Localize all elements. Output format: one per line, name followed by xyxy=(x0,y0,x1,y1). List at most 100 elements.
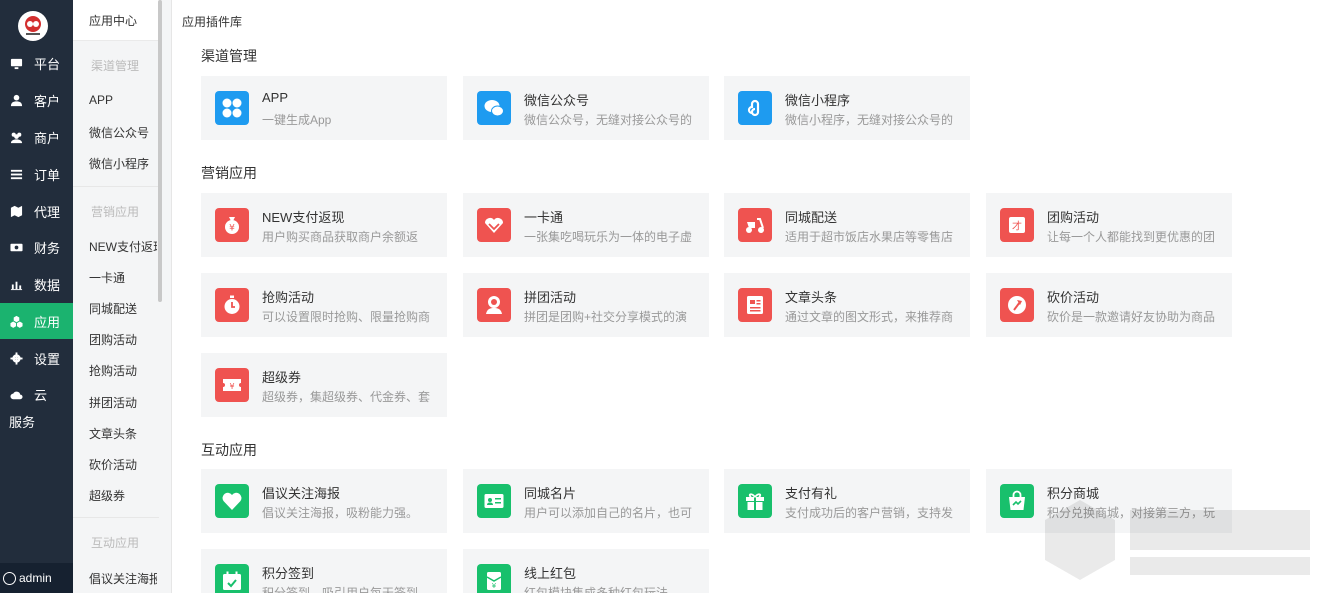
watermark-logo-icon xyxy=(1045,500,1310,580)
heart-card-icon xyxy=(477,208,511,242)
sub-sidebar-header[interactable]: 应用中心 xyxy=(73,0,159,41)
plugin-card-description: 可以设置限时抢购、限量抢购商 xyxy=(262,310,431,324)
plugin-card-description: 支付成功后的客户营销，支持发 xyxy=(785,506,954,520)
plugin-card[interactable]: 抢购活动可以设置限时抢购、限量抢购商 xyxy=(201,273,447,337)
sub-item-article[interactable]: 文章头条 xyxy=(89,425,157,442)
sub-item-group-buy[interactable]: 团购活动 xyxy=(89,331,157,348)
nav-item-data[interactable]: 数据 xyxy=(0,266,73,302)
nav-item-finance[interactable]: 财务 xyxy=(0,229,73,265)
axe-icon xyxy=(1000,288,1034,322)
nav-item-agent[interactable]: 代理 xyxy=(0,193,73,229)
plugin-card-title: 同城配送 xyxy=(785,210,838,225)
plugin-card[interactable]: 支付有礼支付成功后的客户营销，支持发 xyxy=(724,469,970,533)
svg-text:¥: ¥ xyxy=(229,382,234,391)
id-card-icon xyxy=(477,484,511,518)
svg-text:¥: ¥ xyxy=(492,582,497,590)
stopwatch-icon xyxy=(215,288,249,322)
plugin-card-title: 抢购活动 xyxy=(262,290,315,305)
users-icon xyxy=(9,130,23,144)
nav-item-order[interactable]: 订单 xyxy=(0,156,73,192)
plugin-card-title: 支付有礼 xyxy=(785,486,838,501)
nav-label: 财务 xyxy=(34,240,61,256)
sidebar-scrollbar[interactable] xyxy=(158,0,162,302)
plugin-card[interactable]: ¥ 超级券 超级券，集超级券、代金券、套 xyxy=(201,353,447,417)
plugin-card[interactable]: 倡议关注海报 倡议关注海报，吸粉能力强。 xyxy=(201,469,447,533)
sub-group-title: 营销应用 xyxy=(91,205,140,219)
plugin-card-description: 微信公众号，无缝对接公众号的 xyxy=(524,113,693,127)
nav-item-customer[interactable]: 客户 xyxy=(0,82,73,118)
calendar-check-icon xyxy=(215,564,249,593)
sub-item-delivery[interactable]: 同城配送 xyxy=(89,300,157,317)
plugin-card[interactable]: 一卡通 一张集吃喝玩乐为一体的电子虚 xyxy=(463,193,709,257)
plugin-card-description: 红包模块集成多种红包玩法 xyxy=(524,586,669,593)
nav-item-cloud[interactable]: 云服务 xyxy=(0,372,73,430)
sub-item-flash-sale[interactable]: 抢购活动 xyxy=(89,362,157,379)
nav-label: 云服务 xyxy=(9,388,48,430)
plugin-card[interactable]: APP 一键生成App xyxy=(201,76,447,140)
red-packet-icon: ¥ xyxy=(477,564,511,593)
gift-icon xyxy=(738,484,772,518)
nav-label: 订单 xyxy=(34,167,61,183)
bar-chart-icon xyxy=(9,277,23,291)
sub-item-super-coupon[interactable]: 超级券 xyxy=(89,487,157,504)
plugin-card[interactable]: 同城名片 用户可以添加自己的名片，也可 xyxy=(463,469,709,533)
plugin-card-description: 砍价是一款邀请好友协助为商品 xyxy=(1047,310,1216,324)
nav-item-platform[interactable]: 平台 xyxy=(0,45,73,81)
nav-label: 代理 xyxy=(34,204,61,220)
avatar-icon xyxy=(3,571,16,585)
cubes-icon xyxy=(9,314,23,328)
brand-logo[interactable] xyxy=(18,11,48,41)
nav-item-merchant[interactable]: 商户 xyxy=(0,119,73,155)
mini-program-icon xyxy=(738,91,772,125)
heart-icon xyxy=(215,484,249,518)
plugin-card[interactable]: 微信公众号微信公众号，无缝对接公众号的 xyxy=(463,76,709,140)
plugin-card[interactable]: 同城配送适用于超市饭店水果店等零售店 xyxy=(724,193,970,257)
plugin-card-title: 微信公众号 xyxy=(524,93,590,108)
plugin-card[interactable]: 才 团购活动让每一个人都能找到更优惠的团 xyxy=(986,193,1232,257)
user-name: admin xyxy=(19,571,52,585)
plugin-card[interactable]: 积分签到 积分签到，吸引用户每天签到 xyxy=(201,549,447,593)
plugin-card-description: 适用于超市饭店水果店等零售店 xyxy=(785,230,954,244)
plugin-card-description: 拼团是团购+社交分享模式的演 xyxy=(524,310,688,324)
plugin-card[interactable]: 微信小程序 微信小程序，无缝对接公众号的 xyxy=(724,76,970,140)
plugin-card[interactable]: ¥ NEW支付返现 用户购买商品获取商户余额返 xyxy=(201,193,447,257)
sub-item-follow-poster[interactable]: 倡议关注海报 xyxy=(89,570,157,587)
plugin-card-description: 通过文章的图文形式，来推荐商 xyxy=(785,310,954,324)
map-icon xyxy=(9,204,23,218)
plugin-card-description: 倡议关注海报，吸粉能力强。 xyxy=(262,506,419,520)
plugin-card[interactable]: ¥ 线上红包红包模块集成多种红包玩法 xyxy=(463,549,709,593)
plugin-card-title: 拼团活动 xyxy=(524,290,577,305)
svg-text:才: 才 xyxy=(1012,220,1022,233)
list-icon xyxy=(9,167,23,181)
section-title: 渠道管理 xyxy=(201,48,257,64)
nav-item-apps[interactable]: 应用 xyxy=(0,303,73,339)
user-menu[interactable]: admin xyxy=(0,563,73,593)
sub-item-wechat-mini[interactable]: 微信小程序 xyxy=(89,155,157,172)
nav-label: 数据 xyxy=(34,277,61,293)
monitor-icon xyxy=(9,56,23,70)
svg-text:¥: ¥ xyxy=(229,224,235,234)
plugin-card-description: 积分签到，吸引用户每天签到 xyxy=(262,586,419,593)
nav-item-settings[interactable]: 设置 xyxy=(0,340,73,376)
breadcrumb: 应用插件库 xyxy=(182,15,243,29)
plugin-card[interactable]: 拼团活动拼团是团购+社交分享模式的演 xyxy=(463,273,709,337)
sub-item-app[interactable]: APP xyxy=(89,93,157,107)
plugin-card[interactable]: 砍价活动 砍价是一款邀请好友协助为商品 xyxy=(986,273,1232,337)
nav-label: 设置 xyxy=(34,351,61,367)
sub-item-one-card[interactable]: 一卡通 xyxy=(89,269,157,286)
sub-item-cashback[interactable]: NEW支付返现 xyxy=(89,238,157,255)
plugin-card-description: 让每一个人都能找到更优惠的团 xyxy=(1047,230,1216,244)
money-icon xyxy=(9,240,23,254)
sub-item-team-buy[interactable]: 拼团活动 xyxy=(89,394,157,411)
plugin-card-title: 线上红包 xyxy=(524,566,577,581)
section-title: 互动应用 xyxy=(201,442,257,458)
sub-group-title: 渠道管理 xyxy=(91,59,140,73)
plugin-card-description: 用户购买商品获取商户余额返 xyxy=(262,230,419,244)
plugin-card-description: 用户可以添加自己的名片，也可 xyxy=(524,506,693,520)
sub-item-wechat-official[interactable]: 微信公众号 xyxy=(89,124,157,141)
plugin-card[interactable]: 文章头条 通过文章的图文形式，来推荐商 xyxy=(724,273,970,337)
plugin-card-title: 团购活动 xyxy=(1047,210,1100,225)
shopping-bag-icon xyxy=(1000,484,1034,518)
nav-label: 客户 xyxy=(34,93,61,109)
sub-item-bargain[interactable]: 砍价活动 xyxy=(89,456,157,473)
